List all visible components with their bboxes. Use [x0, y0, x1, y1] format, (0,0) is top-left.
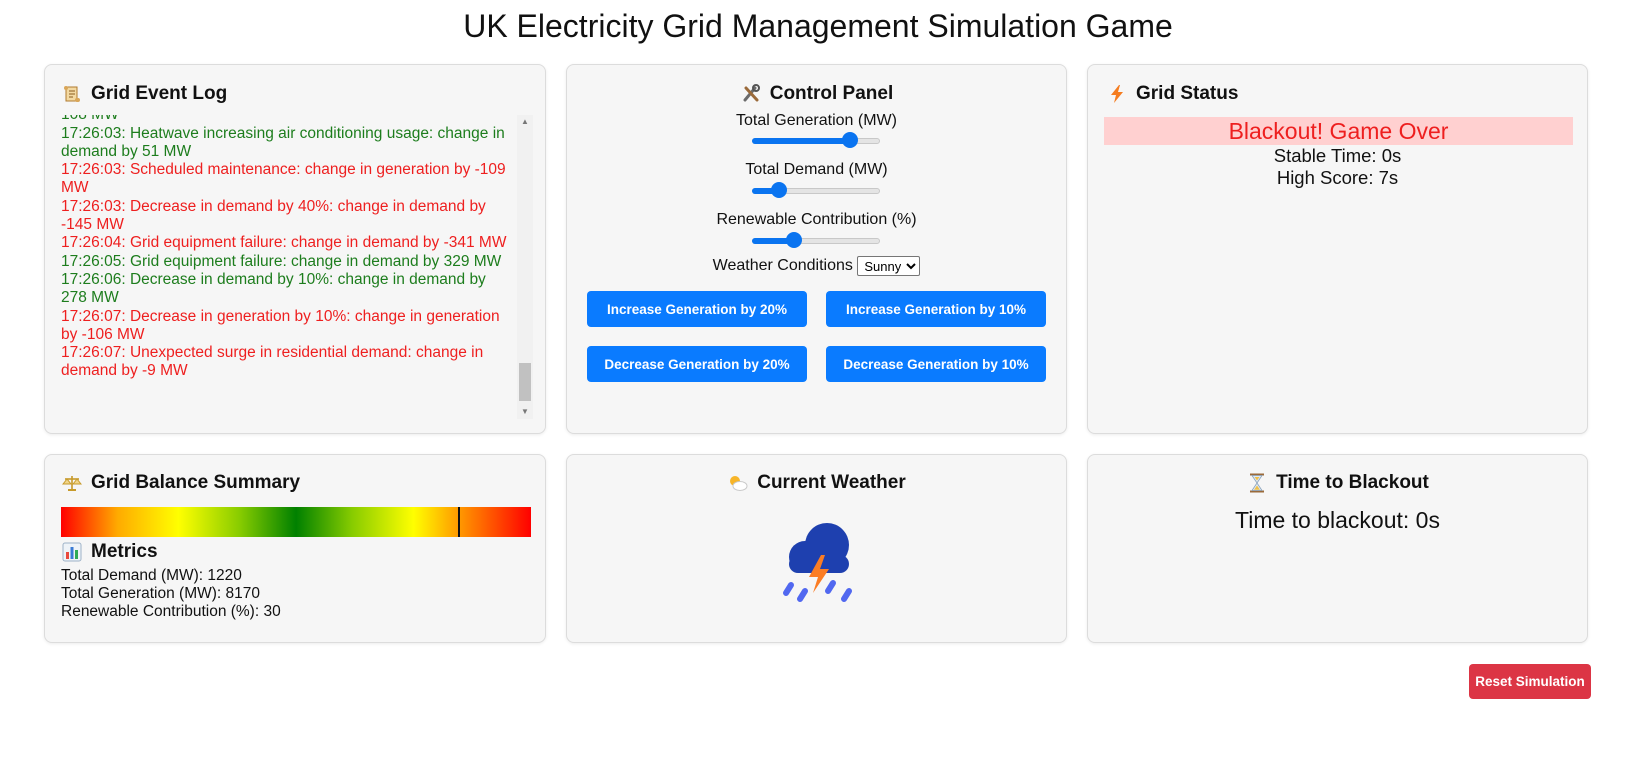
demand-slider[interactable] [752, 181, 880, 199]
balance-summary-title-text: Grid Balance Summary [91, 472, 301, 493]
log-entry: 17:26:03: Decrease in demand by 40%: cha… [61, 197, 486, 233]
current-weather-title-text: Current Weather [757, 472, 906, 493]
renewable-slider[interactable] [752, 231, 880, 249]
log-entry: 17:26:03: Heatwave increasing air condit… [61, 124, 505, 160]
balance-gauge-marker [458, 507, 461, 537]
current-weather-panel: Current Weather [566, 454, 1067, 643]
scales-icon [61, 472, 83, 494]
grid-status-title-text: Grid Status [1136, 83, 1239, 104]
generation-slider-label: Total Generation (MW) [736, 112, 897, 129]
grid-status-panel: Grid Status Blackout! Game Over Stable T… [1087, 64, 1588, 434]
weather-conditions-select[interactable]: Sunny [857, 256, 921, 276]
decrease-generation-10-button[interactable]: Decrease Generation by 10% [826, 346, 1046, 382]
reset-simulation-button[interactable]: Reset Simulation [1469, 664, 1591, 699]
control-panel-title: Control Panel [567, 81, 1066, 107]
demand-slider-label: Total Demand (MW) [745, 161, 888, 178]
weather-conditions-label: Weather Conditions [712, 257, 853, 275]
time-to-blackout-value: Time to blackout: 0s [1235, 507, 1440, 533]
high-score: High Score: 7s [1276, 167, 1399, 188]
bar-chart-icon [61, 541, 83, 563]
scroll-down-icon[interactable]: ▼ [517, 405, 533, 419]
hourglass-icon [1246, 472, 1268, 494]
metrics-title-text: Metrics [91, 541, 158, 562]
event-log-list: 108 MW17:26:03: Heatwave increasing air … [61, 115, 513, 381]
generation-slider[interactable] [752, 131, 880, 149]
scroll-up-icon[interactable]: ▲ [517, 115, 533, 129]
renewable-slider-thumb[interactable] [785, 232, 802, 248]
scroll-icon [61, 83, 83, 105]
log-entry: 17:26:04: Grid equipment failure: change… [61, 234, 507, 251]
renewable-slider-label: Renewable Contribution (%) [716, 211, 917, 228]
sun-behind-cloud-icon [727, 472, 749, 494]
increase-generation-10-button[interactable]: Increase Generation by 10% [826, 291, 1046, 327]
event-log-panel: Grid Event Log 108 MW17:26:03: Heatwave … [44, 64, 546, 434]
lightning-icon [1106, 83, 1128, 105]
page-title: UK Electricity Grid Management Simulatio… [463, 8, 1173, 44]
log-entry: 17:26:07: Decrease in generation by 10%:… [61, 307, 500, 343]
balance-gauge [61, 507, 531, 537]
event-log-scrollbar[interactable]: ▲ ▼ [517, 115, 533, 419]
time-to-blackout-panel: Time to Blackout Time to blackout: 0s [1087, 454, 1588, 643]
control-panel-title-text: Control Panel [769, 83, 894, 104]
balance-summary-title: Grid Balance Summary [61, 470, 300, 496]
metrics-title: Metrics [61, 539, 158, 565]
current-weather-title: Current Weather [567, 470, 1066, 496]
log-entry: 108 MW [61, 115, 513, 124]
demand-slider-thumb[interactable] [771, 182, 788, 198]
time-to-blackout-title-text: Time to Blackout [1276, 472, 1429, 493]
decrease-generation-20-button[interactable]: Decrease Generation by 20% [587, 346, 807, 382]
event-log-scroll-area[interactable]: 108 MW17:26:03: Heatwave increasing air … [61, 115, 533, 419]
log-entry: 17:26:07: Unexpected surge in residentia… [61, 344, 484, 379]
grid-status-title: Grid Status [1106, 81, 1238, 107]
control-panel: Control Panel Total Generation (MW) Tota… [566, 64, 1067, 434]
time-to-blackout-title: Time to Blackout [1088, 470, 1587, 496]
thunderstorm-icon [775, 521, 859, 608]
log-entry: 17:26:05: Grid equipment failure: change… [61, 252, 502, 270]
metric-total-generation: Total Generation (MW): 8170 [61, 585, 261, 602]
event-log-title-text: Grid Event Log [91, 83, 228, 104]
weather-conditions-row: Weather Conditions Sunny [567, 256, 1066, 276]
metric-renewable: Renewable Contribution (%): 30 [61, 603, 281, 620]
log-entry: 17:26:06: Decrease in demand by 10%: cha… [61, 271, 486, 306]
event-log-title: Grid Event Log [61, 81, 227, 107]
metric-total-demand: Total Demand (MW): 1220 [61, 567, 242, 584]
stable-time: Stable Time: 0s [1273, 145, 1402, 166]
generation-slider-thumb[interactable] [841, 132, 858, 148]
tools-icon [740, 83, 762, 105]
log-entry: 17:26:03: Scheduled maintenance: change … [61, 161, 506, 196]
balance-summary-panel: Grid Balance Summary Metrics Total Deman… [44, 454, 546, 643]
increase-generation-20-button[interactable]: Increase Generation by 20% [587, 291, 807, 327]
blackout-banner: Blackout! Game Over [1104, 117, 1573, 145]
scrollbar-thumb[interactable] [519, 363, 531, 401]
